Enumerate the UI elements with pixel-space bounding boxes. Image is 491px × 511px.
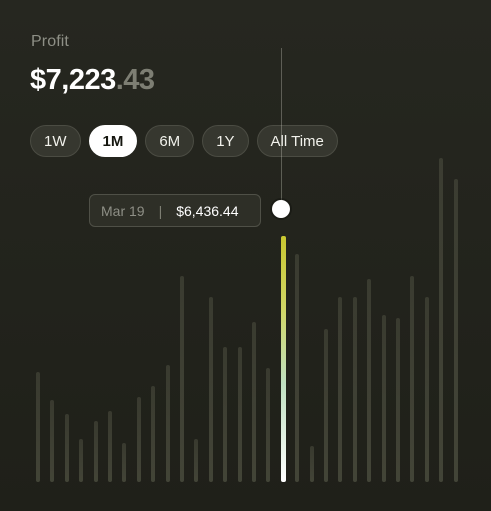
chart-bar[interactable] [310,446,314,482]
chart-bar[interactable] [166,365,170,482]
tooltip-separator: | [158,202,163,219]
chart-bar[interactable] [137,397,141,482]
chart-bar[interactable] [50,400,54,482]
tooltip-date: Mar 19 [101,202,145,219]
chart-bar[interactable] [122,443,126,482]
chart-bar[interactable] [353,297,357,482]
chart-bar[interactable] [65,414,69,482]
chart-bar-selected[interactable] [281,236,286,482]
chart-bar[interactable] [266,368,270,482]
hover-point-marker[interactable] [272,200,290,218]
chart-bar[interactable] [238,347,242,482]
chart-bar[interactable] [36,372,40,482]
chart-bar[interactable] [324,329,328,482]
chart-bar[interactable] [367,279,371,482]
chart-bar[interactable] [94,421,98,482]
chart-bar[interactable] [338,297,342,482]
chart-bar[interactable] [252,322,256,482]
chart-bar[interactable] [382,315,386,482]
chart-bar[interactable] [151,386,155,482]
chart-bar[interactable] [410,276,414,482]
chart-bar[interactable] [425,297,429,482]
chart-bar[interactable] [180,276,184,482]
chart-bar[interactable] [396,318,400,482]
tooltip-value: $6,436.44 [176,202,239,219]
chart-bar[interactable] [295,254,299,482]
chart-bar[interactable] [223,347,227,482]
hover-guide-line [281,48,282,210]
profit-card: Profit $7,223.43 1W 1M 6M 1Y All Time Ma… [0,0,491,511]
profit-bar-chart[interactable] [0,0,491,511]
chart-bar[interactable] [79,439,83,482]
chart-tooltip: Mar 19 | $6,436.44 [89,194,261,227]
chart-bar[interactable] [209,297,213,482]
chart-bar[interactable] [454,179,458,482]
chart-bar[interactable] [439,158,443,482]
chart-bar[interactable] [194,439,198,482]
chart-bar[interactable] [108,411,112,482]
